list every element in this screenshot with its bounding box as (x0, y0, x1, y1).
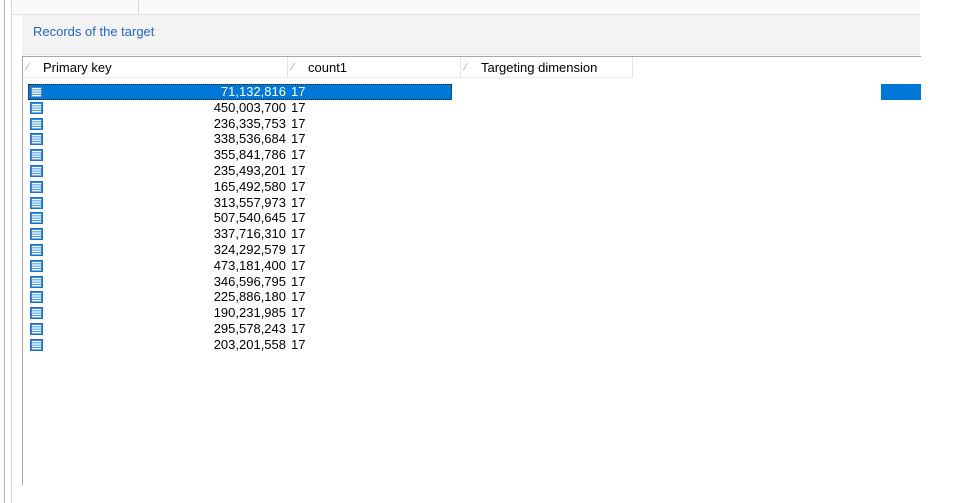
record-list-icon (30, 275, 43, 288)
table-row[interactable]: 236,335,753 17 (23, 116, 921, 132)
column-header-count1[interactable]: ⁄ count1 (288, 57, 461, 78)
table-row[interactable]: 473,181,400 17 (23, 258, 921, 274)
cell-primary-key: 236,335,753 (213, 115, 286, 131)
cell-count1: 17 (291, 84, 306, 99)
panel-header: Records of the target (22, 15, 920, 55)
record-list-icon (30, 212, 43, 225)
table-row[interactable]: 338,536,684 17 (23, 131, 921, 147)
record-list-icon (30, 291, 43, 304)
table-row[interactable]: 337,716,310 17 (23, 226, 921, 242)
table-row[interactable]: 190,231,985 17 (23, 305, 921, 321)
cell-primary-key: 71,132,816 (220, 84, 286, 99)
record-list-icon (30, 243, 43, 256)
sort-icon: ⁄ (292, 62, 294, 73)
cell-primary-key: 295,578,243 (213, 320, 286, 336)
record-list-icon (30, 86, 43, 98)
cell-primary-key: 190,231,985 (213, 305, 286, 321)
selection-highlight-right (881, 84, 921, 100)
column-label: Targeting dimension (481, 60, 598, 75)
table-row[interactable]: 203,201,558 17 (23, 337, 921, 353)
cell-count1: 17 (291, 273, 306, 289)
record-list-icon (30, 180, 43, 193)
cell-count1: 17 (291, 115, 306, 131)
window-border-left (4, 0, 5, 503)
table-row[interactable]: 346,596,795 17 (23, 274, 921, 290)
cell-count1: 17 (291, 162, 306, 178)
cell-primary-key: 313,557,973 (213, 194, 286, 210)
grid-rows: 71,132,816 17 450,003,700 17 236,335,753 17 33… (23, 84, 921, 353)
panel-title: Records of the target (33, 24, 155, 39)
record-list-icon (30, 307, 43, 320)
record-list-icon (30, 133, 43, 146)
cell-primary-key: 324,292,579 (213, 241, 286, 257)
column-label: count1 (308, 60, 348, 75)
top-tab-strip (12, 0, 920, 15)
record-list-icon (30, 164, 43, 177)
table-row[interactable]: 324,292,579 17 (23, 242, 921, 258)
record-list-icon (30, 259, 43, 272)
cell-primary-key: 355,841,786 (213, 147, 286, 163)
cell-count1: 17 (291, 147, 306, 163)
records-grid[interactable]: ⁄ Primary key ⁄ count1 ⁄ Targeting dimen… (22, 56, 921, 485)
cell-primary-key: 450,003,700 (213, 99, 286, 115)
cell-count1: 17 (291, 305, 306, 321)
record-list-icon (30, 101, 43, 114)
column-label: Primary key (43, 60, 112, 75)
table-row[interactable]: 450,003,700 17 (23, 100, 921, 116)
cell-count1: 17 (291, 257, 306, 273)
top-tab-divider (138, 0, 139, 14)
record-list-icon (30, 228, 43, 241)
record-list-icon (30, 149, 43, 162)
cell-primary-key: 225,886,180 (213, 289, 286, 305)
table-row[interactable]: 313,557,973 17 (23, 195, 921, 211)
window-border-inner (11, 0, 12, 503)
cell-primary-key: 337,716,310 (213, 226, 286, 242)
cell-primary-key: 346,596,795 (213, 273, 286, 289)
record-list-icon (30, 117, 43, 130)
cell-count1: 17 (291, 289, 306, 305)
cell-primary-key: 473,181,400 (213, 257, 286, 273)
table-row[interactable]: 295,578,243 17 (23, 321, 921, 337)
table-row[interactable]: 507,540,645 17 (23, 210, 921, 226)
record-list-icon (30, 196, 43, 209)
column-header-primary-key[interactable]: ⁄ Primary key (23, 57, 288, 78)
cell-count1: 17 (291, 210, 306, 226)
table-row[interactable]: 165,492,580 17 (23, 179, 921, 195)
cell-count1: 17 (291, 178, 306, 194)
cell-primary-key: 507,540,645 (213, 210, 286, 226)
cell-primary-key: 203,201,558 (213, 336, 286, 352)
cell-count1: 17 (291, 336, 306, 352)
table-row[interactable]: 235,493,201 17 (23, 163, 921, 179)
cell-count1: 17 (291, 320, 306, 336)
sort-icon: ⁄ (27, 62, 29, 73)
table-row[interactable]: 355,841,786 17 (23, 147, 921, 163)
record-list-icon (30, 338, 43, 351)
cell-count1: 17 (291, 99, 306, 115)
cell-primary-key: 338,536,684 (213, 131, 286, 147)
cell-count1: 17 (291, 194, 306, 210)
cell-primary-key: 235,493,201 (213, 162, 286, 178)
table-row[interactable]: 71,132,816 17 (23, 84, 921, 100)
cell-count1: 17 (291, 226, 306, 242)
sort-icon: ⁄ (465, 62, 467, 73)
column-header-targeting-dimension[interactable]: ⁄ Targeting dimension (461, 57, 633, 78)
cell-primary-key: 165,492,580 (213, 178, 286, 194)
cell-count1: 17 (291, 131, 306, 147)
record-list-icon (30, 322, 43, 335)
cell-count1: 17 (291, 241, 306, 257)
table-row[interactable]: 225,886,180 17 (23, 289, 921, 305)
